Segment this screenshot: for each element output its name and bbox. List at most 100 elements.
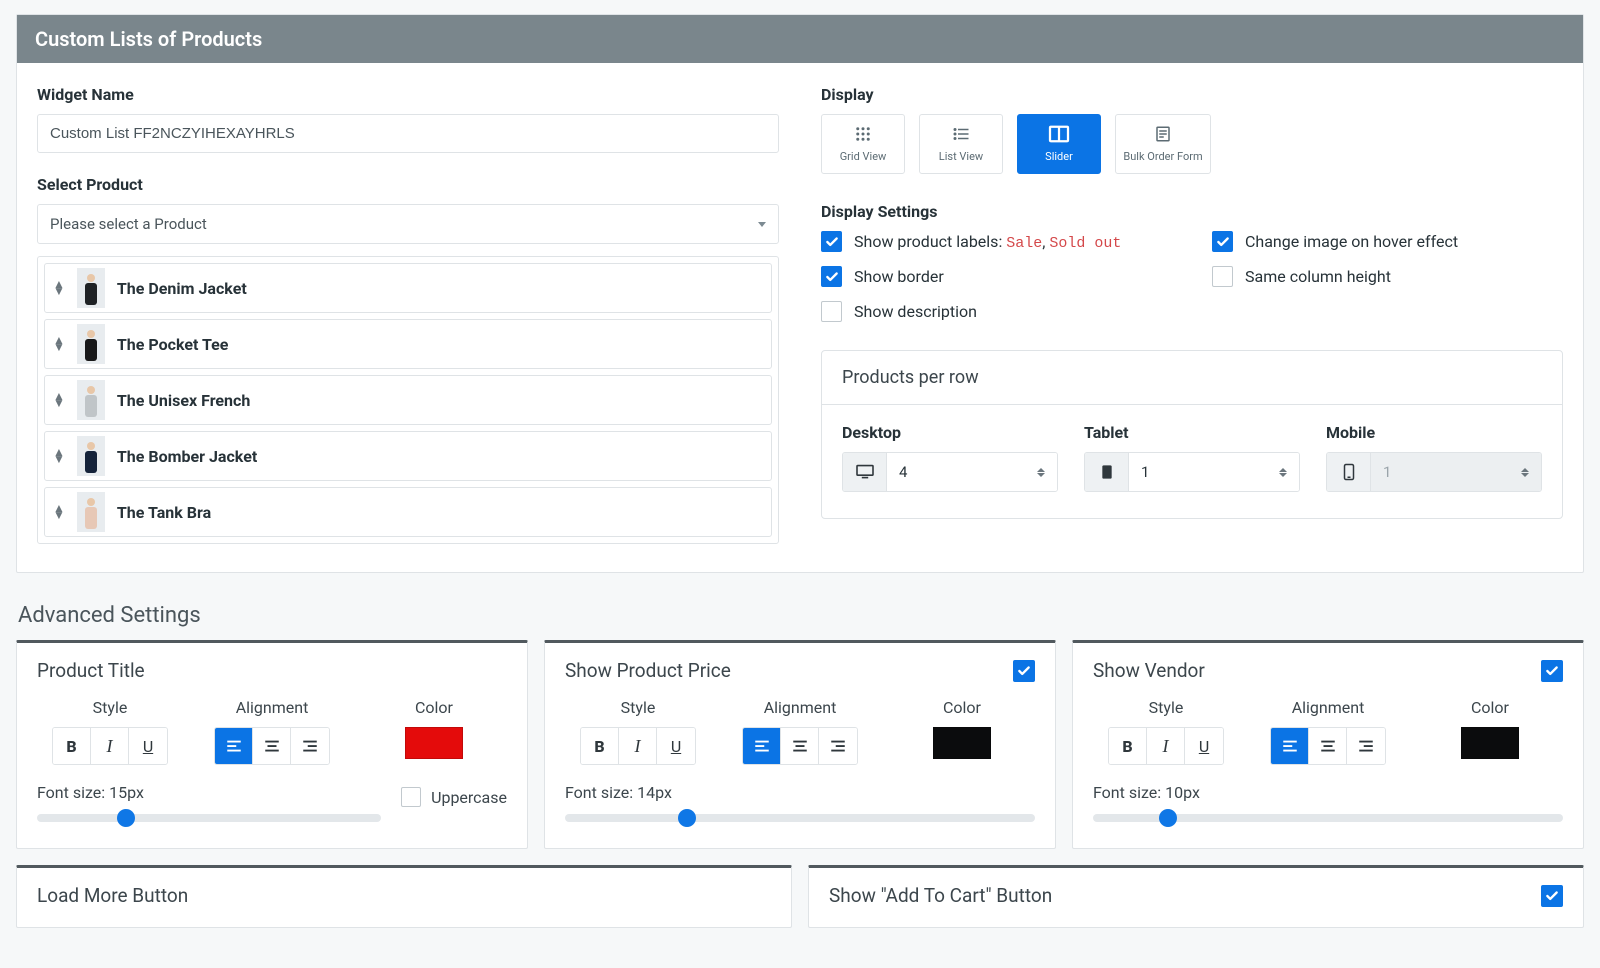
align-left-button[interactable] — [743, 728, 781, 764]
ppr-desktop-select[interactable]: 4 — [842, 452, 1058, 492]
align-center-button[interactable] — [253, 728, 291, 764]
card-toggle[interactable] — [1541, 660, 1563, 682]
bold-button[interactable]: B — [1109, 728, 1147, 764]
same-column-option[interactable]: Same column height — [1212, 266, 1563, 287]
card-load-more: Load More Button — [16, 865, 792, 928]
font-size-slider[interactable] — [1093, 814, 1563, 822]
products-per-row-title: Products per row — [822, 351, 1562, 405]
columns-icon — [1048, 125, 1070, 146]
select-caret-icon — [1279, 468, 1287, 477]
align-right-button[interactable] — [291, 728, 329, 764]
checkbox-unchecked-icon[interactable] — [1212, 266, 1233, 287]
ppr-desktop-label: Desktop — [842, 423, 1058, 442]
align-left-button[interactable] — [215, 728, 253, 764]
align-left-button[interactable] — [1271, 728, 1309, 764]
italic-button[interactable]: I — [91, 728, 129, 764]
underline-button[interactable]: U — [657, 728, 695, 764]
product-thumbnail — [77, 380, 105, 420]
uppercase-option[interactable]: Uppercase — [401, 787, 507, 807]
product-thumbnail — [77, 436, 105, 476]
bold-button[interactable]: B — [53, 728, 91, 764]
ppr-tablet-label: Tablet — [1084, 423, 1300, 442]
display-buttons: Grid ViewList ViewSliderBulk Order Form — [821, 114, 1563, 174]
tablet-icon — [1085, 453, 1129, 491]
show-border-option[interactable]: Show border — [821, 266, 1172, 287]
card-product-price: Show Product Price Style B I U Alignment — [544, 640, 1056, 849]
select-product-label: Select Product — [37, 175, 779, 194]
product-item[interactable]: ▲▼ The Unisex French — [44, 375, 772, 425]
drag-handle-icon[interactable]: ▲▼ — [53, 449, 65, 463]
card-title: Show Product Price — [565, 659, 731, 682]
font-size-label: Font size: 15px — [37, 783, 381, 802]
italic-button[interactable]: I — [1147, 728, 1185, 764]
card-toggle[interactable] — [1541, 885, 1563, 907]
show-labels-option[interactable]: Show product labels: Sale, Sold out — [821, 231, 1172, 252]
card-title: Show Vendor — [1093, 659, 1205, 682]
font-size-slider[interactable] — [37, 814, 381, 822]
color-swatch[interactable] — [1461, 727, 1519, 759]
product-thumbnail — [77, 492, 105, 532]
mobile-icon — [1327, 453, 1371, 491]
align-group — [1270, 727, 1386, 765]
checkbox-checked-icon[interactable] — [821, 266, 842, 287]
panel-title: Custom Lists of Products — [17, 15, 1583, 63]
grid-icon — [852, 125, 874, 146]
select-product-placeholder: Please select a Product — [50, 215, 207, 233]
align-group — [214, 727, 330, 765]
products-per-row-panel: Products per row Desktop — [821, 350, 1563, 519]
product-item[interactable]: ▲▼The Pocket Tee — [44, 319, 772, 369]
display-label: Display — [821, 85, 1563, 104]
show-description-option[interactable]: Show description — [821, 301, 1172, 322]
checkbox-unchecked-icon[interactable] — [821, 301, 842, 322]
display-list-button[interactable]: List View — [919, 114, 1003, 174]
drag-handle-icon[interactable]: ▲▼ — [53, 505, 65, 519]
widget-name-label: Widget Name — [37, 85, 779, 104]
align-center-button[interactable] — [781, 728, 819, 764]
checkbox-checked-icon[interactable] — [821, 231, 842, 252]
checkbox-checked-icon[interactable] — [1212, 231, 1233, 252]
hover-effect-option[interactable]: Change image on hover effect — [1212, 231, 1563, 252]
card-toggle[interactable] — [1013, 660, 1035, 682]
style-group: B I U — [580, 727, 696, 765]
product-item[interactable]: ▲▼ The Tank Bra — [44, 487, 772, 537]
select-caret-icon — [1521, 468, 1529, 477]
display-settings-label: Display Settings — [821, 202, 1563, 221]
style-group: B I U — [1108, 727, 1224, 765]
product-thumbnail — [77, 268, 105, 308]
style-group: B I U — [52, 727, 168, 765]
drag-handle-icon[interactable]: ▲▼ — [53, 337, 65, 351]
product-name: The Denim Jacket — [117, 279, 247, 298]
underline-button[interactable]: U — [1185, 728, 1223, 764]
card-title: Product Title — [37, 659, 145, 682]
color-swatch[interactable] — [405, 727, 463, 759]
card-title: Show "Add To Cart" Button — [829, 884, 1052, 907]
widget-name-input[interactable] — [37, 114, 779, 153]
font-size-slider[interactable] — [565, 814, 1035, 822]
drag-handle-icon[interactable]: ▲▼ — [53, 281, 65, 295]
product-thumbnail — [77, 324, 105, 364]
card-title: Load More Button — [37, 884, 188, 907]
product-item[interactable]: ▲▼ The Denim Jacket — [44, 263, 772, 313]
display-bulk-button[interactable]: Bulk Order Form — [1115, 114, 1211, 174]
bold-button[interactable]: B — [581, 728, 619, 764]
align-right-button[interactable] — [1347, 728, 1385, 764]
checkbox-unchecked-icon[interactable] — [401, 787, 421, 807]
color-swatch[interactable] — [933, 727, 991, 759]
ppr-tablet-select[interactable]: 1 — [1084, 452, 1300, 492]
product-name: The Unisex French — [117, 391, 250, 410]
display-grid-button[interactable]: Grid View — [821, 114, 905, 174]
product-list: ▲▼The Denim Jacket▲▼The Pocket Tee▲▼The … — [37, 256, 779, 544]
display-slider-button[interactable]: Slider — [1017, 114, 1101, 174]
ppr-mobile-label: Mobile — [1326, 423, 1542, 442]
product-name: The Bomber Jacket — [117, 447, 257, 466]
product-name: The Tank Bra — [117, 503, 211, 522]
font-size-label: Font size: 14px — [565, 783, 1035, 802]
align-center-button[interactable] — [1309, 728, 1347, 764]
select-product-dropdown[interactable]: Please select a Product — [37, 204, 779, 244]
drag-handle-icon[interactable]: ▲▼ — [53, 393, 65, 407]
align-right-button[interactable] — [819, 728, 857, 764]
underline-button[interactable]: U — [129, 728, 167, 764]
product-item[interactable]: ▲▼ The Bomber Jacket — [44, 431, 772, 481]
desktop-icon — [843, 453, 887, 491]
italic-button[interactable]: I — [619, 728, 657, 764]
